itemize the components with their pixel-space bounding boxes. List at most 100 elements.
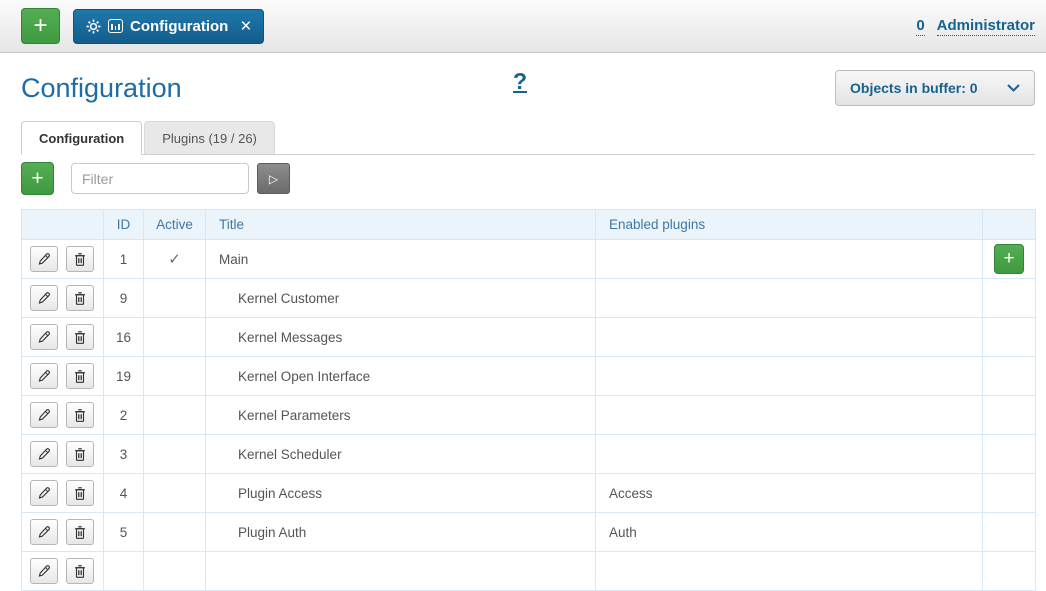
delete-button[interactable]: [65, 519, 94, 545]
row-id: 1: [103, 239, 144, 279]
objects-in-buffer-dropdown[interactable]: Objects in buffer: 0: [835, 70, 1035, 106]
row-id: 3: [103, 434, 144, 474]
close-tab-icon[interactable]: ×: [240, 17, 251, 36]
delete-button[interactable]: [65, 441, 94, 467]
edit-button[interactable]: [30, 441, 58, 467]
open-tab-label: Configuration: [130, 17, 229, 35]
col-active: Active: [143, 209, 206, 240]
trash-icon: [74, 252, 85, 266]
pencil-icon: [38, 370, 50, 382]
row-actions-cell: [21, 356, 104, 396]
row-enabled-plugins: [595, 239, 983, 279]
trash-icon: [74, 330, 85, 344]
row-actions-cell: [21, 317, 104, 357]
row-enabled-plugins: [595, 356, 983, 396]
row-id: 4: [103, 473, 144, 513]
delete-button[interactable]: [65, 480, 94, 506]
row-title: [205, 551, 596, 591]
apply-filter-button[interactable]: ▷: [257, 163, 290, 194]
trash-icon: [74, 291, 85, 305]
table-row: 5 Plugin Auth Auth: [21, 512, 1036, 552]
col-actions: [21, 209, 104, 240]
col-enabled-plugins: Enabled plugins: [595, 209, 983, 240]
row-actions-cell: [21, 395, 104, 435]
trash-icon: [74, 408, 85, 422]
tab-configuration[interactable]: Configuration: [21, 121, 143, 155]
edit-button[interactable]: [30, 363, 58, 389]
row-active-check: [143, 278, 206, 318]
delete-button[interactable]: [65, 402, 94, 428]
gear-icon: [86, 19, 101, 33]
row-title: Plugin Access: [205, 473, 596, 513]
row-add-cell: [982, 512, 1036, 552]
pencil-icon: [38, 292, 50, 304]
user-name-link[interactable]: Administrator: [936, 17, 1035, 36]
delete-button[interactable]: [65, 558, 94, 584]
row-add-cell: [982, 434, 1036, 474]
filter-bar: + ▷: [21, 162, 1035, 195]
trash-icon: [74, 564, 85, 578]
row-add-cell: [982, 473, 1036, 513]
delete-button[interactable]: [65, 285, 94, 311]
notification-count-link[interactable]: 0: [916, 17, 925, 36]
help-link[interactable]: ?: [513, 68, 527, 95]
new-object-button[interactable]: +: [21, 8, 60, 44]
row-actions-cell: [21, 473, 104, 513]
edit-button[interactable]: [30, 246, 58, 272]
trash-icon: [74, 525, 85, 539]
row-active-check: [143, 317, 206, 357]
pencil-icon: [38, 526, 50, 538]
row-id: 19: [103, 356, 144, 396]
row-title: Kernel Customer: [205, 278, 596, 318]
row-title: Kernel Open Interface: [205, 356, 596, 396]
delete-button[interactable]: [65, 246, 94, 272]
page-header: Configuration ? Objects in buffer: 0: [21, 66, 1035, 110]
row-active-check: [143, 356, 206, 396]
row-add-cell: [982, 278, 1036, 318]
row-id: [103, 551, 144, 591]
table-row: 3 Kernel Scheduler: [21, 434, 1036, 474]
add-config-button[interactable]: +: [21, 162, 54, 195]
open-tab-configuration[interactable]: Configuration ×: [73, 8, 265, 44]
edit-button[interactable]: [30, 480, 58, 506]
row-id: 5: [103, 512, 144, 552]
edit-button[interactable]: [30, 285, 58, 311]
row-title: Kernel Parameters: [205, 395, 596, 435]
page-title: Configuration: [21, 72, 182, 103]
table-row: 2 Kernel Parameters: [21, 395, 1036, 435]
row-actions-cell: [21, 551, 104, 591]
delete-button[interactable]: [65, 324, 94, 350]
pencil-icon: [38, 487, 50, 499]
row-add-cell: [982, 317, 1036, 357]
edit-button[interactable]: [30, 402, 58, 428]
row-enabled-plugins: [595, 278, 983, 318]
filter-input[interactable]: [71, 163, 249, 194]
col-add: [982, 209, 1036, 240]
pencil-icon: [38, 409, 50, 421]
table-row: 19 Kernel Open Interface: [21, 356, 1036, 396]
edit-button[interactable]: [30, 324, 58, 350]
row-active-check: [143, 473, 206, 513]
row-enabled-plugins: [595, 395, 983, 435]
row-actions-cell: [21, 512, 104, 552]
configuration-table: ID Active Title Enabled plugins 1 ✓ Main…: [21, 209, 1036, 591]
pencil-icon: [38, 565, 50, 577]
main-content: Configuration ? Objects in buffer: 0 Con…: [0, 66, 1046, 591]
trash-icon: [74, 486, 85, 500]
row-title: Main: [205, 239, 596, 279]
trash-icon: [74, 369, 85, 383]
pencil-icon: [38, 253, 50, 265]
tab-plugins[interactable]: Plugins (19 / 26): [144, 121, 275, 154]
row-title: Plugin Auth: [205, 512, 596, 552]
edit-button[interactable]: [30, 519, 58, 545]
play-icon: ▷: [268, 171, 279, 186]
objects-in-buffer-label: Objects in buffer: 0: [850, 80, 978, 96]
delete-button[interactable]: [65, 363, 94, 389]
pencil-icon: [38, 448, 50, 460]
table-row: 9 Kernel Customer: [21, 278, 1036, 318]
row-add-cell: [982, 551, 1036, 591]
row-add-button[interactable]: +: [994, 244, 1024, 274]
row-id: 9: [103, 278, 144, 318]
edit-button[interactable]: [30, 558, 58, 584]
row-id: 2: [103, 395, 144, 435]
